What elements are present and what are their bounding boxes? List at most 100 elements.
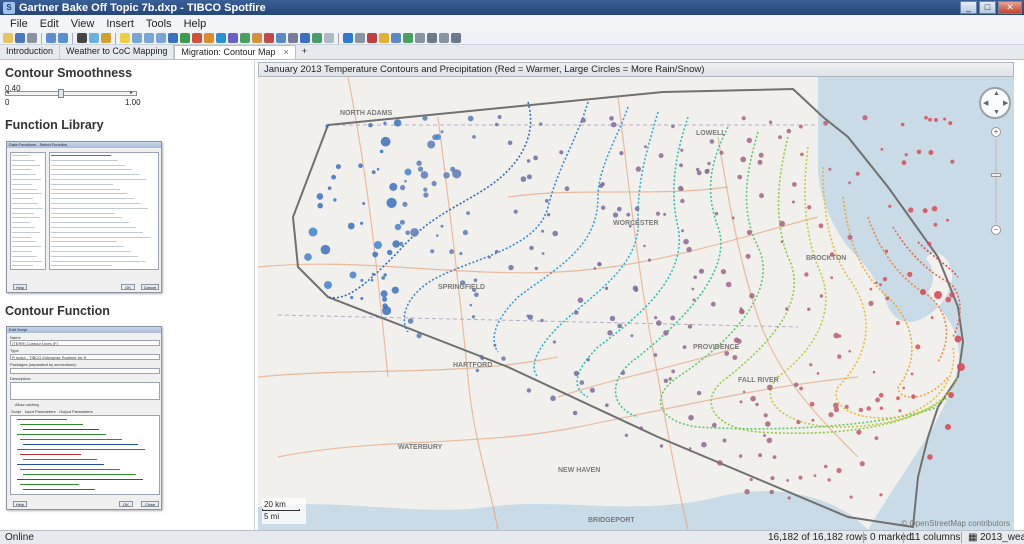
weather-station-marker: [786, 479, 789, 482]
visualization-title[interactable]: January 2013 Temperature Contours and Pr…: [258, 62, 1014, 77]
weather-station-marker: [731, 216, 735, 220]
open-icon[interactable]: [3, 33, 13, 43]
menu-edit[interactable]: Edit: [34, 18, 65, 30]
weather-station-marker: [879, 406, 884, 410]
pan-right-icon[interactable]: ▶: [1003, 99, 1008, 107]
data-table-name[interactable]: 2013_weather: [976, 531, 1024, 544]
weather-station-marker: [358, 163, 363, 168]
weather-station-marker: [763, 413, 768, 418]
filters-panel-icon[interactable]: [343, 33, 353, 43]
tags-icon[interactable]: [379, 33, 389, 43]
menu-insert[interactable]: Insert: [100, 18, 140, 30]
cross-table-icon[interactable]: [144, 33, 154, 43]
redo-icon[interactable]: [58, 33, 68, 43]
weather-station-marker: [766, 437, 773, 444]
menu-help[interactable]: Help: [178, 18, 213, 30]
contour-function-screenshot[interactable]: Edit Script Name (TERR) Contour Lines (F…: [6, 326, 162, 510]
weather-station-marker: [692, 298, 696, 302]
map-chart[interactable]: NORTH ADAMS LOWELL SPRINGFIELD WORCESTER HAR…: [258, 77, 1014, 530]
combination-chart-icon[interactable]: [192, 33, 202, 43]
weather-station-marker: [671, 369, 676, 374]
scatter-plot-icon[interactable]: [216, 33, 226, 43]
table-icon[interactable]: [132, 33, 142, 43]
bar-chart-icon[interactable]: [168, 33, 178, 43]
pan-left-icon[interactable]: ◀: [983, 99, 988, 107]
weather-station-marker: [948, 121, 953, 126]
weather-station-marker: [818, 223, 824, 229]
ok-button: OK: [119, 501, 133, 507]
slider-thumb[interactable]: [57, 89, 64, 98]
pan-control[interactable]: ▲ ▼ ◀ ▶: [979, 87, 1011, 119]
parallel-coordinates-icon[interactable]: [276, 33, 286, 43]
slider-right-arrow-icon[interactable]: ▸: [130, 90, 136, 97]
map-chart-icon[interactable]: [240, 33, 250, 43]
text-area-icon[interactable]: [324, 33, 334, 43]
pie-chart-icon[interactable]: [204, 33, 214, 43]
close-tab-icon[interactable]: ×: [283, 46, 288, 59]
details-icon[interactable]: [355, 33, 365, 43]
zoom-control[interactable]: + −: [991, 127, 1001, 237]
add-page-button[interactable]: +: [296, 45, 313, 59]
full-screen-icon[interactable]: [451, 33, 461, 43]
weather-station-marker: [732, 355, 738, 360]
zoom-track[interactable]: [995, 139, 997, 223]
map-attribution[interactable]: © OpenStreetMap contributors: [901, 519, 1010, 528]
weather-station-marker: [696, 167, 700, 172]
save-icon[interactable]: [15, 33, 25, 43]
page-navigation-icon[interactable]: [427, 33, 437, 43]
function-library-screenshot[interactable]: Data Functions - Select Function Help OK…: [6, 141, 162, 293]
weather-station-marker: [617, 323, 623, 329]
weather-station-marker: [749, 477, 753, 482]
zoom-in-icon[interactable]: +: [991, 127, 1001, 137]
fit-icon[interactable]: [439, 33, 449, 43]
marking-icon[interactable]: [89, 33, 99, 43]
weather-station-marker: [809, 363, 813, 367]
category-list-row: [12, 159, 35, 161]
packages-field: [10, 368, 160, 374]
weather-station-marker: [497, 115, 502, 119]
maximize-button[interactable]: □: [979, 1, 996, 14]
tab-weather-to-coc-mapping[interactable]: Weather to CoC Mapping: [60, 45, 175, 59]
weather-station-marker: [573, 370, 580, 377]
graphical-table-icon[interactable]: [156, 33, 166, 43]
tab-migration-contour-map[interactable]: Migration: Contour Map ×: [174, 45, 296, 59]
weather-station-marker: [954, 335, 962, 343]
zoom-out-icon[interactable]: −: [991, 225, 1001, 235]
weather-station-marker: [880, 147, 884, 151]
menu-tools[interactable]: Tools: [140, 18, 178, 30]
tab-introduction[interactable]: Introduction: [0, 45, 61, 59]
script-line: [17, 419, 67, 420]
lists-icon[interactable]: [391, 33, 401, 43]
minimize-button[interactable]: _: [960, 1, 977, 14]
print-icon[interactable]: [27, 33, 37, 43]
heat-map-icon[interactable]: [264, 33, 274, 43]
3d-scatter-icon[interactable]: [228, 33, 238, 43]
map-canvas[interactable]: NORTH ADAMS LOWELL SPRINGFIELD WORCESTER HAR…: [258, 77, 1014, 530]
weather-station-marker: [680, 148, 684, 152]
treemap-icon[interactable]: [252, 33, 262, 43]
scale-km: 20 km: [264, 500, 286, 509]
layout-icon[interactable]: [415, 33, 425, 43]
smoothness-slider[interactable]: ◂ ▸: [5, 89, 137, 98]
collaboration-icon[interactable]: [403, 33, 413, 43]
undo-icon[interactable]: [46, 33, 56, 43]
slider-left-arrow-icon[interactable]: ◂: [6, 90, 12, 97]
menu-view[interactable]: View: [65, 18, 101, 30]
weather-station-marker: [671, 124, 675, 129]
weather-station-marker: [882, 277, 888, 282]
bookmarks-icon[interactable]: [367, 33, 377, 43]
category-list-row: [12, 231, 40, 233]
lightbulb-icon[interactable]: [120, 33, 130, 43]
menu-file[interactable]: File: [4, 18, 34, 30]
box-plot-icon[interactable]: [300, 33, 310, 43]
summary-table-icon[interactable]: [288, 33, 298, 43]
filter-icon[interactable]: [101, 33, 111, 43]
waterfall-icon[interactable]: [312, 33, 322, 43]
pan-down-icon[interactable]: ▼: [993, 109, 1000, 116]
pan-up-icon[interactable]: ▲: [993, 90, 1000, 97]
line-chart-icon[interactable]: [180, 33, 190, 43]
close-button[interactable]: ✕: [998, 1, 1022, 14]
weather-station-marker: [513, 209, 518, 214]
select-icon[interactable]: [77, 33, 87, 43]
zoom-thumb[interactable]: [991, 173, 1001, 177]
